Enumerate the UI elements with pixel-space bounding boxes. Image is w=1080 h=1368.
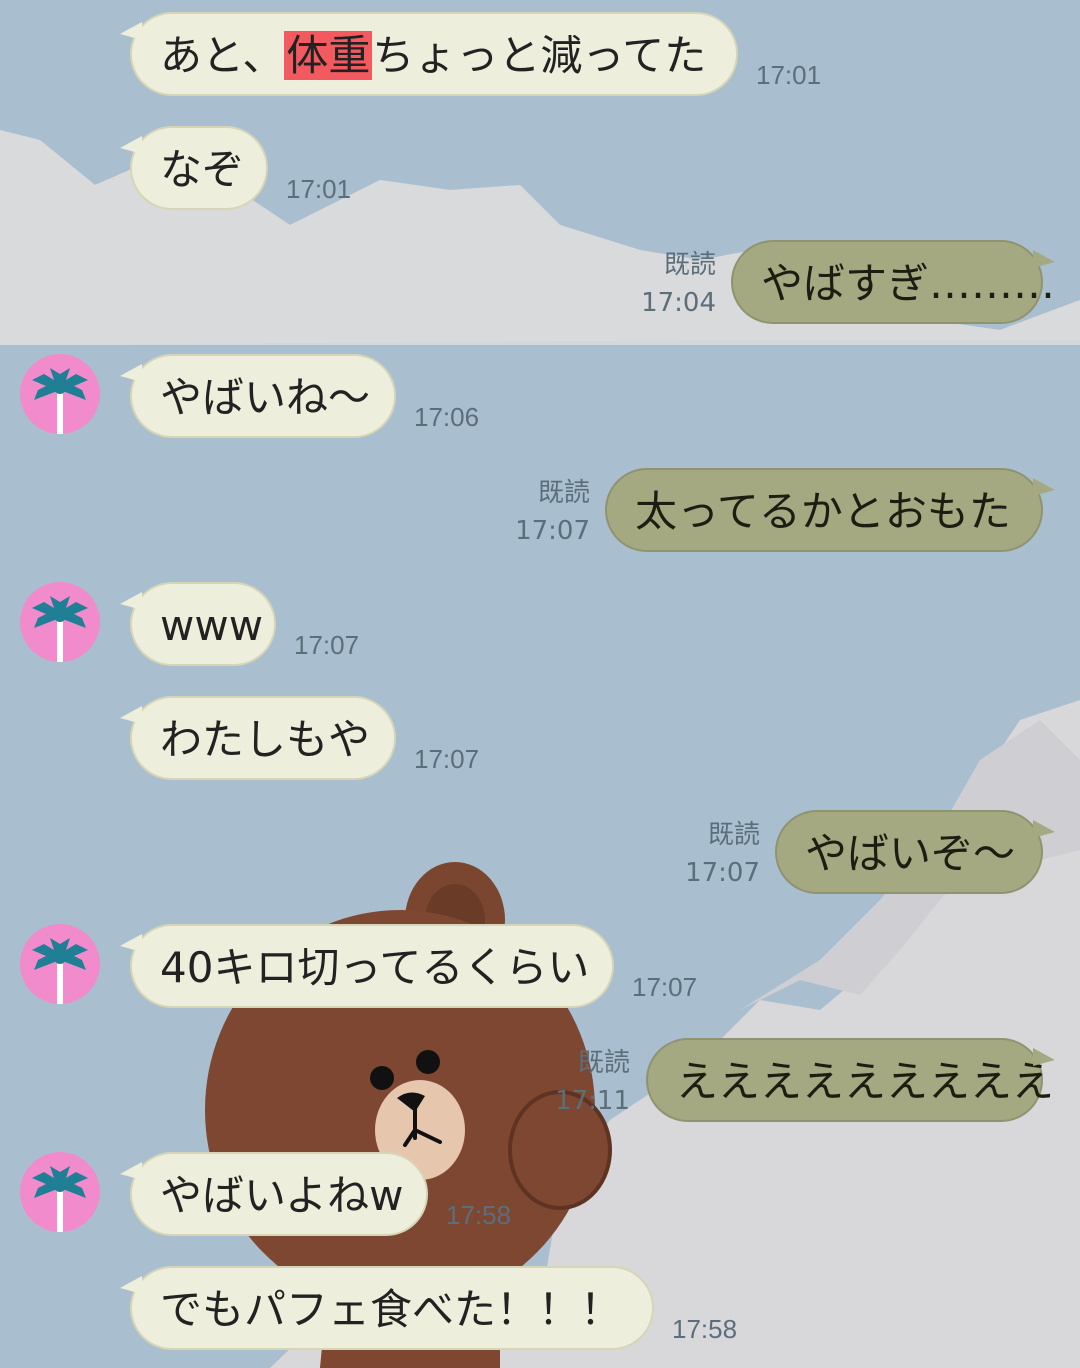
outgoing-message-bubble[interactable]: やばいぞ〜 bbox=[775, 810, 1055, 894]
palm-tree-icon bbox=[32, 368, 88, 434]
message-text: えええええええええ bbox=[676, 1057, 1055, 1106]
message-timestamp: 17:01 bbox=[756, 60, 822, 90]
message-text: やばいね〜 bbox=[160, 373, 371, 422]
message-text: 太ってるかとおもた bbox=[635, 487, 1011, 536]
message-timestamp: 17:07 bbox=[294, 630, 360, 660]
palm-tree-icon bbox=[32, 938, 88, 1004]
contact-avatar[interactable] bbox=[20, 1152, 100, 1232]
message-timestamp: 17:58 bbox=[446, 1200, 512, 1230]
read-receipt-label: 既読 bbox=[663, 250, 716, 280]
message-text: www bbox=[160, 601, 264, 650]
read-status: 既読 17:07 bbox=[470, 474, 590, 550]
incoming-message-bubble[interactable]: やばいよねw bbox=[120, 1152, 428, 1236]
contact-avatar[interactable] bbox=[20, 582, 100, 662]
incoming-message-bubble[interactable]: あと、体重ちょっと減ってた bbox=[120, 12, 738, 96]
contact-avatar[interactable] bbox=[20, 924, 100, 1004]
message-timestamp: 17:01 bbox=[286, 174, 352, 204]
outgoing-message-bubble[interactable]: やばすぎ……… bbox=[731, 240, 1055, 324]
message-timestamp: 17:07 bbox=[515, 516, 590, 546]
message-text: やばいよねw bbox=[160, 1171, 404, 1220]
message-text: あと、 bbox=[160, 31, 285, 80]
highlighted-search-term: 体重 bbox=[284, 31, 373, 80]
message-timestamp: 17:04 bbox=[641, 288, 716, 318]
message-text: わたしもや bbox=[160, 715, 371, 764]
message-timestamp: 17:58 bbox=[672, 1314, 738, 1344]
message-text: やばすぎ……… bbox=[761, 259, 1056, 308]
read-status: 既読 17:07 bbox=[640, 816, 760, 892]
palm-tree-icon bbox=[32, 1166, 88, 1232]
read-status: 既読 17:11 bbox=[510, 1044, 630, 1120]
incoming-message-bubble[interactable]: www bbox=[120, 582, 276, 666]
read-receipt-label: 既読 bbox=[577, 1048, 630, 1078]
read-receipt-label: 既読 bbox=[537, 478, 590, 508]
message-timestamp: 17:07 bbox=[632, 972, 698, 1002]
message-timestamp: 17:07 bbox=[414, 744, 480, 774]
palm-tree-icon bbox=[32, 596, 88, 662]
message-text: でもパフェ食べた！！！ bbox=[160, 1285, 623, 1334]
incoming-message-bubble[interactable]: なぞ bbox=[120, 126, 268, 210]
message-text: ちょっと減ってた bbox=[372, 31, 707, 80]
read-status: 既読 17:04 bbox=[596, 246, 716, 322]
incoming-message-bubble[interactable]: 40キロ切ってるくらい bbox=[120, 924, 614, 1008]
message-timestamp: 17:07 bbox=[685, 858, 760, 888]
read-receipt-label: 既読 bbox=[707, 820, 760, 850]
incoming-message-bubble[interactable]: やばいね〜 bbox=[120, 354, 396, 438]
contact-avatar[interactable] bbox=[20, 354, 100, 434]
message-timestamp: 17:11 bbox=[555, 1086, 630, 1116]
incoming-message-bubble[interactable]: でもパフェ食べた！！！ bbox=[120, 1266, 654, 1350]
message-timestamp: 17:06 bbox=[414, 402, 480, 432]
outgoing-message-bubble[interactable]: 太ってるかとおもた bbox=[605, 468, 1055, 552]
message-text: 40キロ切ってるくらい bbox=[160, 943, 590, 992]
message-text: やばいぞ〜 bbox=[805, 829, 1016, 878]
message-text: なぞ bbox=[160, 145, 245, 194]
outgoing-message-bubble[interactable]: えええええええええ bbox=[646, 1038, 1055, 1122]
incoming-message-bubble[interactable]: わたしもや bbox=[120, 696, 396, 780]
chat-message-list[interactable]: あと、体重ちょっと減ってた 17:01 なぞ 17:01 既読 17:04 やば… bbox=[0, 0, 1080, 1368]
